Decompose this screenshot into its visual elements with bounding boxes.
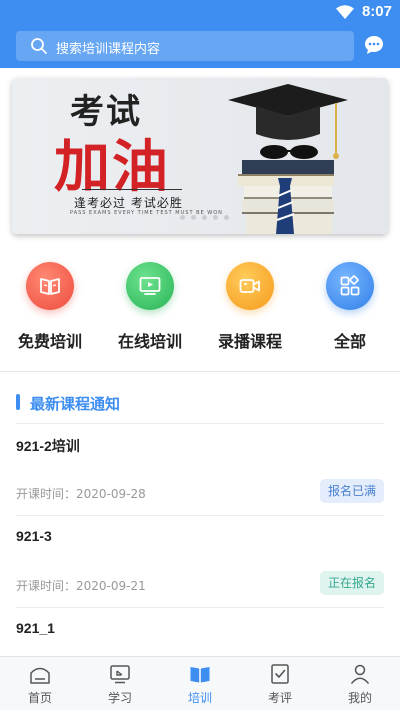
shortcut-all[interactable]: 全部: [305, 262, 395, 352]
grid-apps-icon: [340, 275, 360, 296]
shortcut-online-training[interactable]: 在线培训: [105, 262, 195, 352]
status-badge: 正在报名: [319, 571, 384, 595]
graduation-books-image: [228, 84, 348, 234]
tab-home[interactable]: 首页: [0, 657, 80, 710]
pagination-dot[interactable]: [202, 215, 207, 220]
top-header: 8:07 搜索培训课程内容: [0, 0, 400, 68]
banner-slogan: 逢考必过 考试必胜: [74, 196, 183, 210]
tab-label: 我的: [347, 691, 372, 705]
pagination-dot[interactable]: [180, 215, 185, 220]
tab-study[interactable]: 学习: [80, 657, 160, 710]
video-camera-icon: [239, 279, 260, 293]
checklist-icon: [271, 664, 289, 684]
banner-title-main: 加油: [54, 134, 170, 200]
book-open-icon: [40, 278, 60, 295]
monitor-play-icon: [139, 277, 161, 295]
shortcut-icon-bg: [26, 262, 74, 310]
course-name: 921-2培训: [16, 438, 80, 454]
shortcut-recorded-courses[interactable]: 录播课程: [205, 262, 295, 352]
section-accent-bar: [16, 394, 20, 410]
home-icon: [30, 667, 50, 684]
tab-label: 首页: [27, 691, 52, 705]
shortcut-label: 免费培训: [17, 332, 82, 351]
course-date: 开课时间：2020-09-28: [16, 487, 146, 501]
shortcut-free-training[interactable]: 免费培训: [5, 262, 95, 352]
tab-label: 考评: [267, 691, 292, 705]
tab-assessment[interactable]: 考评: [240, 657, 320, 710]
banner-divider: [82, 189, 182, 190]
row-separator: [16, 515, 384, 516]
shortcut-icon-bg: [226, 262, 274, 310]
shortcut-icon-bg: [126, 262, 174, 310]
search-icon: [31, 38, 47, 54]
pagination-dot[interactable]: [224, 215, 229, 220]
shortcut-label: 在线培训: [117, 332, 182, 351]
row-separator: [16, 607, 384, 608]
status-badge: 报名已满: [319, 479, 384, 503]
promo-banner[interactable]: 考试 加油 逢考必过 考试必胜 PASS EXAMS EVERY TIME TE…: [12, 78, 388, 234]
shortcut-icon-bg: [326, 262, 374, 310]
row-separator: [16, 423, 384, 424]
search-input[interactable]: 搜索培训课程内容: [16, 31, 354, 61]
wifi-icon: [336, 5, 354, 19]
pagination-dot[interactable]: [213, 215, 218, 220]
bottom-tab-bar: 首页 学习 培训 考评 我的: [0, 656, 400, 710]
person-icon: [350, 664, 370, 684]
shortcut-label: 全部: [333, 332, 366, 351]
tab-profile[interactable]: 我的: [320, 657, 400, 710]
course-name: 921_1: [16, 620, 55, 636]
study-screen-icon: [110, 665, 130, 684]
search-placeholder: 搜索培训课程内容: [56, 42, 161, 57]
course-name: 921-3: [16, 528, 52, 544]
section-divider: [0, 371, 400, 372]
tab-label: 培训: [187, 691, 212, 705]
tab-label: 学习: [107, 691, 132, 705]
shortcut-label: 录播课程: [217, 332, 282, 351]
banner-pagination[interactable]: [180, 215, 229, 220]
message-icon[interactable]: [364, 35, 384, 55]
section-title: 最新课程通知: [30, 395, 121, 413]
status-bar: 8:07: [0, 0, 400, 24]
pagination-dot[interactable]: [191, 215, 196, 220]
tab-training[interactable]: 培训: [160, 657, 240, 710]
course-date: 开课时间：2020-09-21: [16, 579, 146, 593]
status-time: 8:07: [361, 3, 392, 20]
open-book-icon: [190, 667, 210, 683]
